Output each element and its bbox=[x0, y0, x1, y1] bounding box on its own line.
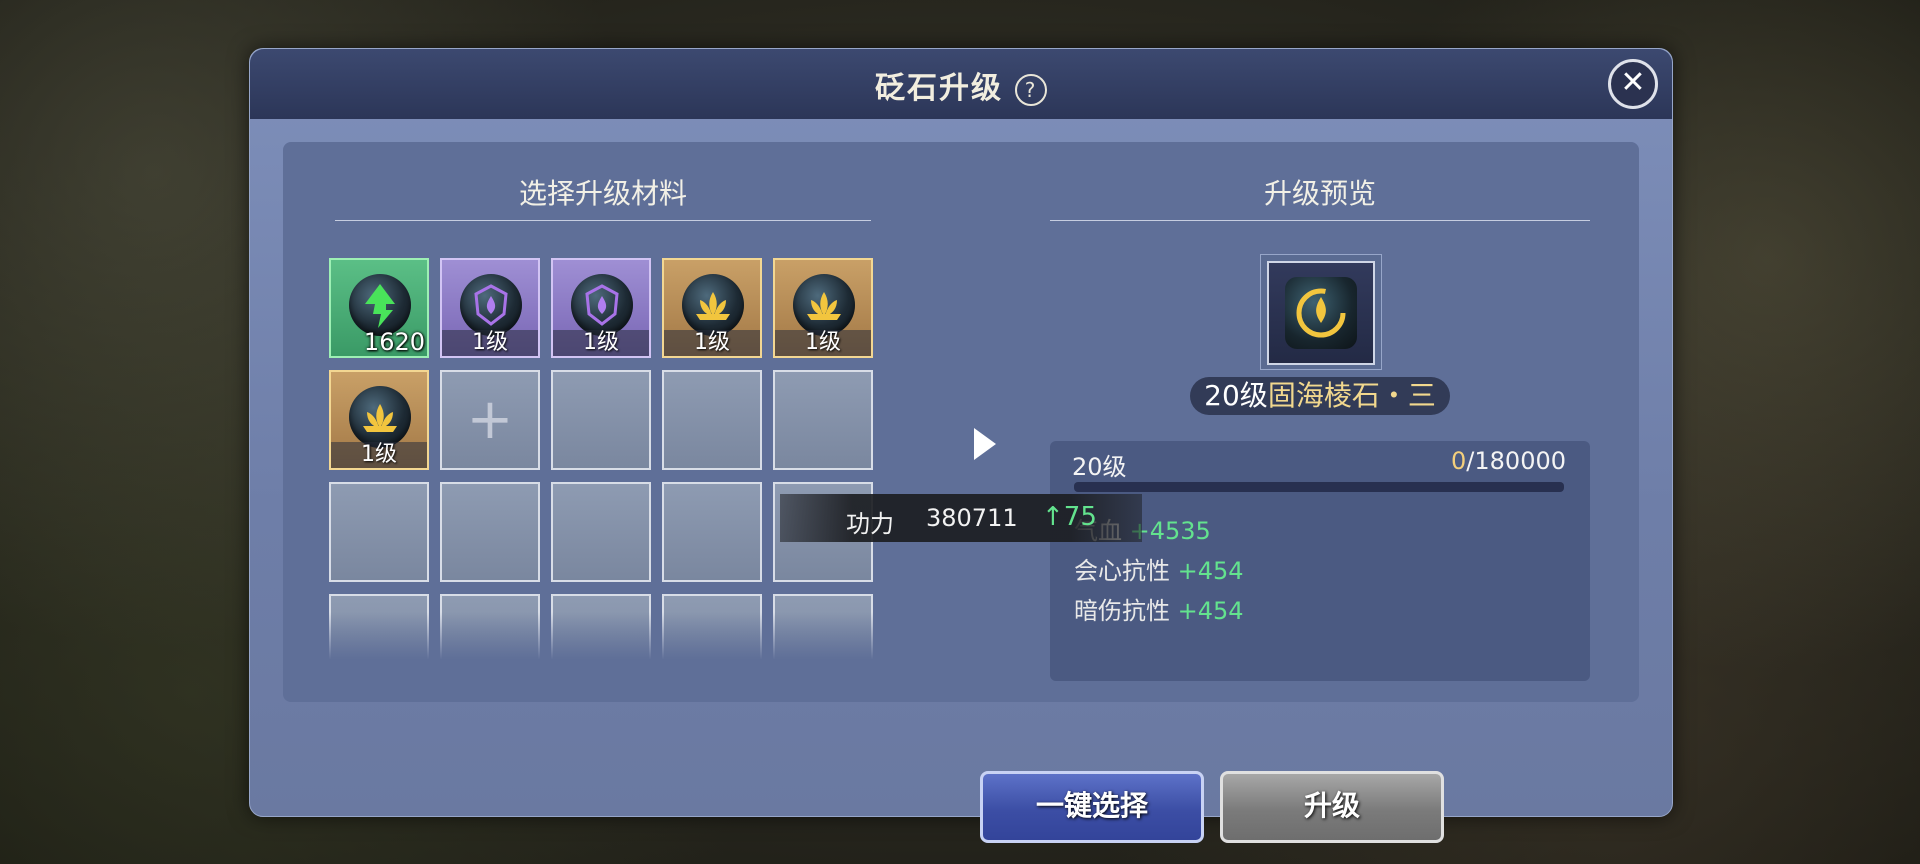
close-button[interactable]: ✕ bbox=[1608, 59, 1658, 109]
help-icon[interactable]: ? bbox=[1015, 74, 1047, 106]
auto-select-button[interactable]: 一键选择 bbox=[980, 771, 1204, 843]
material-level: 1级 bbox=[775, 330, 871, 356]
dialog-title: 砭石升级 bbox=[875, 71, 1003, 106]
stat-value: +454 bbox=[1177, 557, 1244, 585]
gold-lotus-gem-icon bbox=[793, 274, 855, 336]
empty-slot[interactable] bbox=[662, 370, 762, 470]
materials-title: 选择升级材料 bbox=[518, 177, 687, 210]
stat-row: 暗伤抗性 +454 bbox=[1074, 591, 1244, 626]
material-quantity: 1620 bbox=[363, 328, 425, 356]
preview-item-slot[interactable] bbox=[1267, 261, 1375, 365]
item-level: 20级 bbox=[1204, 379, 1268, 412]
preview-item-frame bbox=[1260, 254, 1382, 370]
exp-current: 0 bbox=[1451, 447, 1467, 475]
item-name: 固海棱石・三 bbox=[1267, 379, 1436, 412]
stat-name: 暗伤抗性 bbox=[1074, 597, 1170, 625]
upgrade-button[interactable]: 升级 bbox=[1220, 771, 1444, 843]
exp-total: /180000 bbox=[1466, 447, 1566, 475]
gold-drop-gem-icon bbox=[1285, 277, 1357, 349]
green-arrow-gem-icon bbox=[349, 274, 411, 336]
preview-divider bbox=[1050, 220, 1590, 221]
material-level: 1级 bbox=[664, 330, 760, 356]
stats-panel: 20级 0/180000 气血 +4535 会心抗性 +454 暗伤抗性 +45… bbox=[1050, 441, 1590, 681]
material-level: 1级 bbox=[442, 330, 538, 356]
stat-name: 会心抗性 bbox=[1074, 557, 1170, 585]
material-slot[interactable]: 1级 bbox=[662, 258, 762, 358]
empty-slot[interactable] bbox=[329, 482, 429, 582]
stats-level: 20级 bbox=[1072, 453, 1127, 481]
materials-divider bbox=[335, 220, 871, 221]
dialog-title-row: 砭石升级? bbox=[250, 63, 1672, 107]
gold-lotus-gem-icon bbox=[682, 274, 744, 336]
add-material-slot[interactable]: + bbox=[440, 370, 540, 470]
purple-drop-gem-icon bbox=[460, 274, 522, 336]
arrow-up-icon: ↑ bbox=[1042, 502, 1064, 532]
material-slot[interactable]: 1级 bbox=[551, 258, 651, 358]
preview-title: 升级预览 bbox=[1263, 177, 1376, 210]
exp-counter: 0/180000 bbox=[1451, 447, 1566, 475]
empty-slot[interactable] bbox=[773, 370, 873, 470]
empty-slot[interactable] bbox=[440, 594, 540, 662]
empty-slot[interactable] bbox=[329, 594, 429, 662]
stat-value: +454 bbox=[1177, 597, 1244, 625]
empty-slot[interactable] bbox=[773, 594, 873, 662]
material-level: 1级 bbox=[553, 330, 649, 356]
material-slot[interactable]: 1级 bbox=[329, 370, 429, 470]
content-panel: 选择升级材料 1620 1级 1级 1级 1级 1级 + 升级预览 20级固海棱… bbox=[283, 142, 1639, 702]
empty-slot[interactable] bbox=[662, 594, 762, 662]
power-value: 380711 bbox=[926, 504, 1018, 532]
power-increase: ↑75 bbox=[1042, 502, 1097, 532]
empty-slot[interactable] bbox=[440, 482, 540, 582]
purple-drop-gem-icon bbox=[571, 274, 633, 336]
upgrade-dialog: 砭石升级? ✕ 选择升级材料 1620 1级 1级 1级 1级 1级 + 升级预… bbox=[249, 48, 1673, 843]
power-toast: 功力 380711 ↑75 bbox=[780, 494, 1142, 542]
power-label: 功力 bbox=[846, 510, 894, 538]
material-slot[interactable]: 1级 bbox=[773, 258, 873, 358]
empty-slot[interactable] bbox=[551, 594, 651, 662]
dialog-titlebar: 砭石升级? ✕ bbox=[250, 49, 1672, 119]
item-name-pill: 20级固海棱石・三 bbox=[1190, 377, 1450, 415]
plus-icon: + bbox=[466, 387, 514, 452]
empty-slot[interactable] bbox=[551, 370, 651, 470]
material-slot[interactable]: 1级 bbox=[440, 258, 540, 358]
exp-progress-bar bbox=[1074, 482, 1564, 492]
material-slot[interactable]: 1620 bbox=[329, 258, 429, 358]
materials-grid: 1620 1级 1级 1级 1级 1级 + bbox=[329, 258, 883, 662]
power-increase-value: 75 bbox=[1063, 502, 1097, 532]
empty-slot[interactable] bbox=[551, 482, 651, 582]
gold-lotus-gem-icon bbox=[349, 386, 411, 448]
empty-slot[interactable] bbox=[662, 482, 762, 582]
stat-row: 会心抗性 +454 bbox=[1074, 551, 1244, 586]
arrow-right-icon bbox=[974, 428, 996, 460]
material-level: 1级 bbox=[331, 442, 427, 468]
